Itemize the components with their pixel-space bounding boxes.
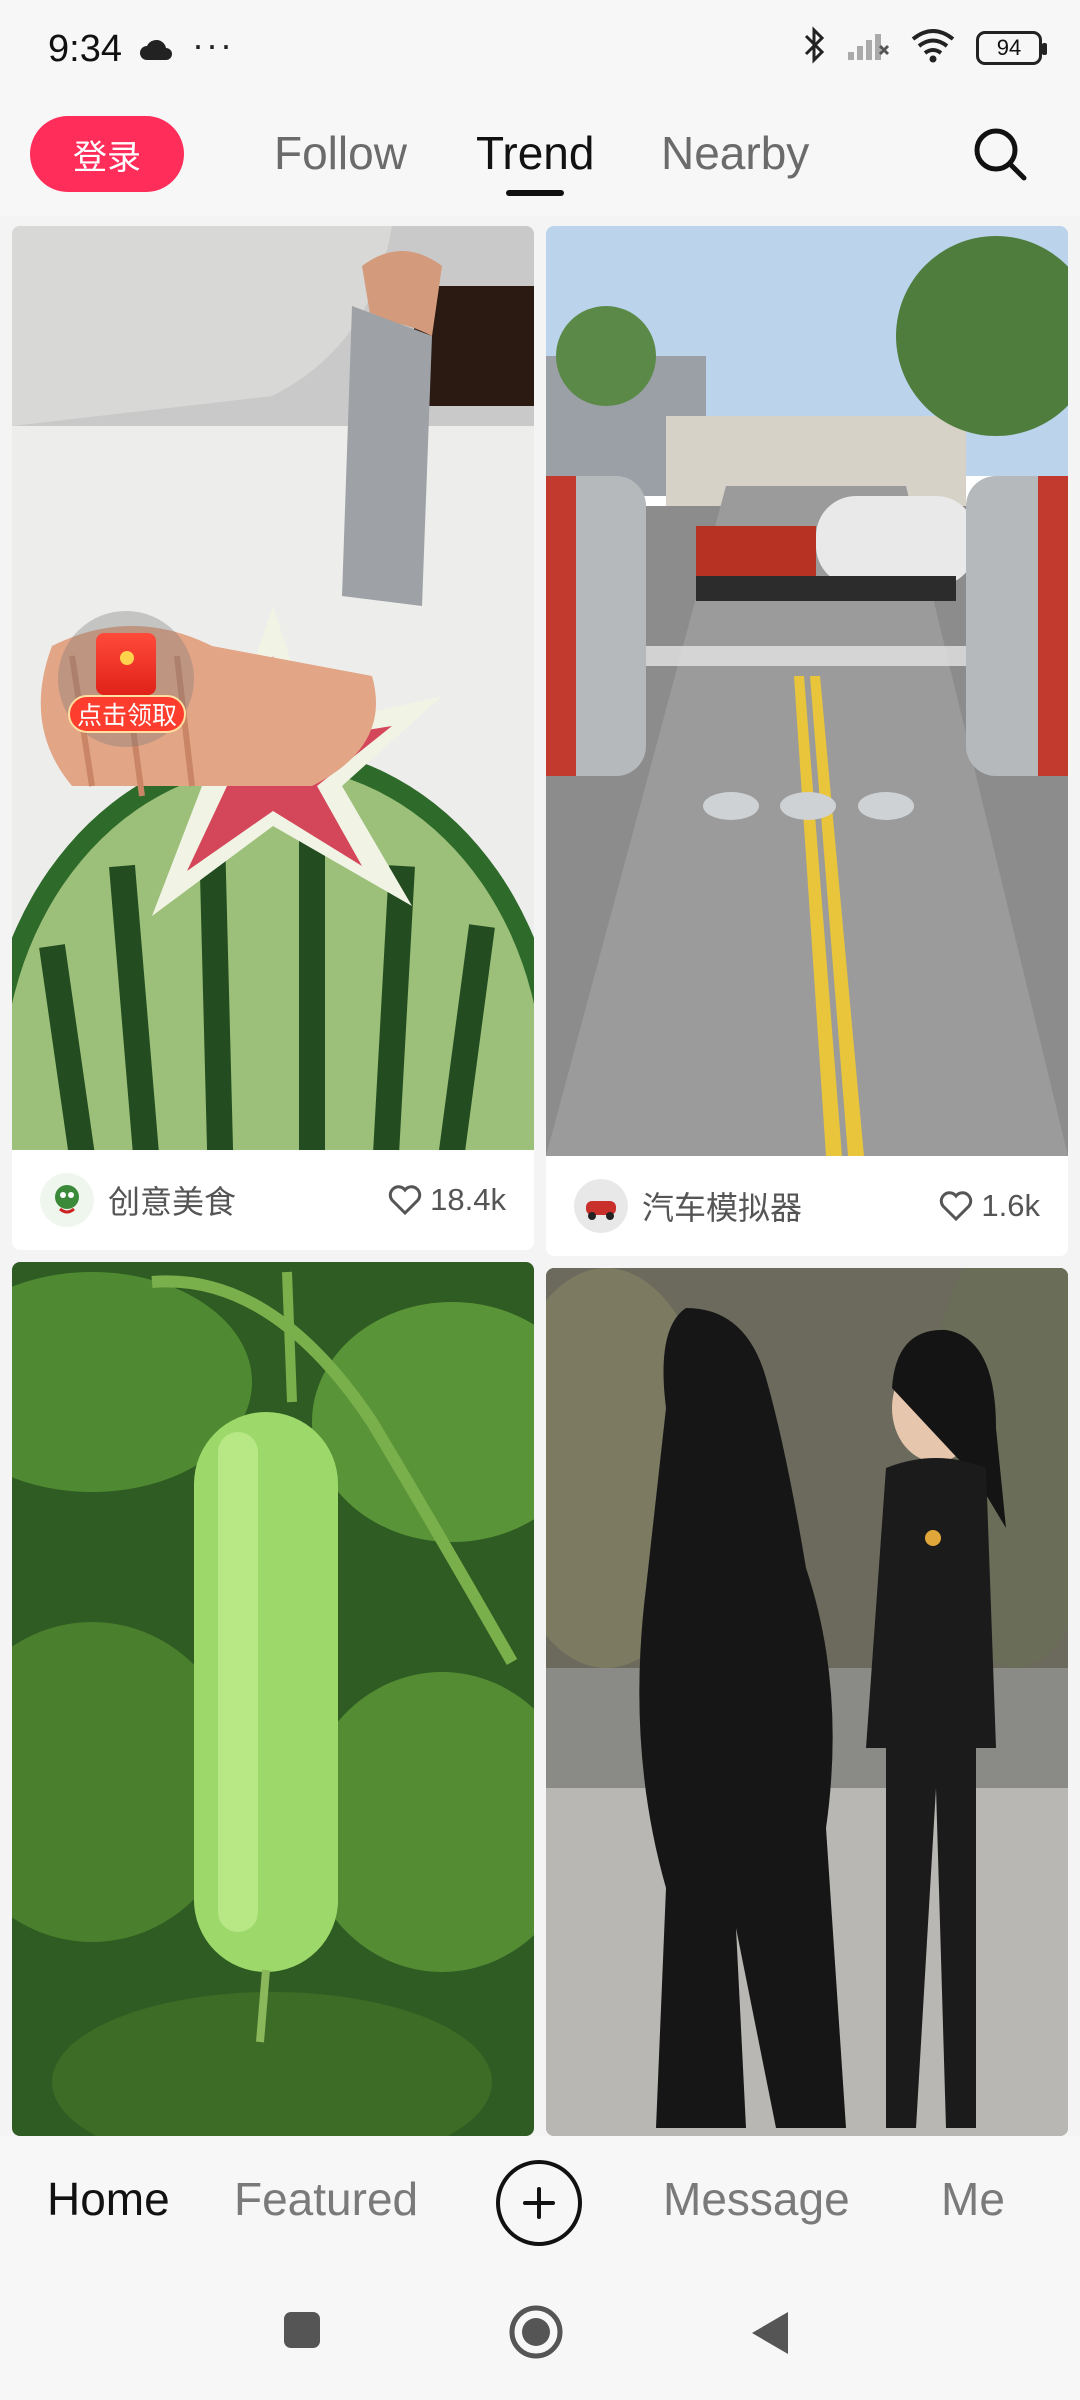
video-thumbnail-cucumber: [12, 1262, 534, 2136]
plus-icon: [523, 2187, 555, 2219]
author-name[interactable]: 创意美食: [108, 1177, 388, 1223]
cellular-signal-icon: [846, 28, 890, 67]
nav-home[interactable]: Home: [47, 2172, 170, 2226]
red-packet-label: 点击领取: [68, 695, 186, 733]
nav-featured[interactable]: Featured: [234, 2172, 418, 2226]
nav-me[interactable]: Me: [941, 2172, 1005, 2226]
back-icon[interactable]: [750, 2310, 790, 2361]
video-card[interactable]: [546, 1268, 1068, 2136]
active-tab-indicator: [506, 190, 564, 196]
author-avatar[interactable]: [40, 1173, 94, 1227]
status-time: 9:34: [48, 28, 122, 70]
card-meta: 汽车模拟器 1.6k: [546, 1156, 1068, 1256]
author-name[interactable]: 汽车模拟器: [642, 1183, 939, 1229]
status-icons: 94: [802, 26, 1047, 69]
card-meta: 创意美食 18.4k: [12, 1150, 534, 1250]
tab-follow[interactable]: Follow: [274, 126, 407, 180]
nav-message[interactable]: Message: [663, 2172, 850, 2226]
tab-trend[interactable]: Trend: [476, 126, 594, 180]
cloud-icon: [138, 38, 174, 67]
home-icon[interactable]: [508, 2304, 564, 2365]
top-navigation: 登录 Follow Trend Nearby: [0, 100, 1080, 216]
video-thumbnail-road: [546, 226, 1068, 1156]
video-card[interactable]: 点击领取 创意美食 18.4k: [12, 226, 534, 1250]
status-bar: 9:34 ··· 94: [0, 0, 1080, 100]
bottom-navigation: Home Featured Message Me: [0, 2136, 1080, 2268]
video-card[interactable]: [12, 1262, 534, 2136]
heart-icon: [388, 1185, 422, 1215]
recent-apps-icon[interactable]: [282, 2310, 322, 2355]
video-card[interactable]: 汽车模拟器 1.6k: [546, 226, 1068, 1256]
heart-icon: [940, 1191, 973, 1221]
create-post-button[interactable]: [496, 2160, 582, 2246]
wifi-icon: [910, 27, 956, 68]
red-envelope-icon: [96, 633, 156, 695]
red-packet-badge[interactable]: 点击领取: [58, 611, 194, 747]
app-screen: 9:34 ··· 94 登录 Follow Trend Nearby 点击领取 …: [0, 0, 1080, 2400]
tab-nearby[interactable]: Nearby: [661, 126, 809, 180]
battery-level: 94: [996, 34, 1022, 60]
like-count[interactable]: 18.4k: [388, 1182, 506, 1218]
more-notifications-icon: ···: [192, 24, 234, 65]
like-count-value: 1.6k: [981, 1188, 1040, 1223]
system-navigation-bar: [0, 2268, 1080, 2400]
bluetooth-icon: [802, 26, 826, 69]
like-count[interactable]: 1.6k: [939, 1188, 1040, 1224]
video-thumbnail-horse: [546, 1268, 1068, 2136]
battery-icon: 94: [976, 30, 1047, 65]
login-button[interactable]: 登录: [30, 116, 184, 192]
search-icon[interactable]: [970, 124, 1030, 189]
like-count-value: 18.4k: [430, 1182, 506, 1217]
author-avatar[interactable]: [574, 1179, 628, 1233]
